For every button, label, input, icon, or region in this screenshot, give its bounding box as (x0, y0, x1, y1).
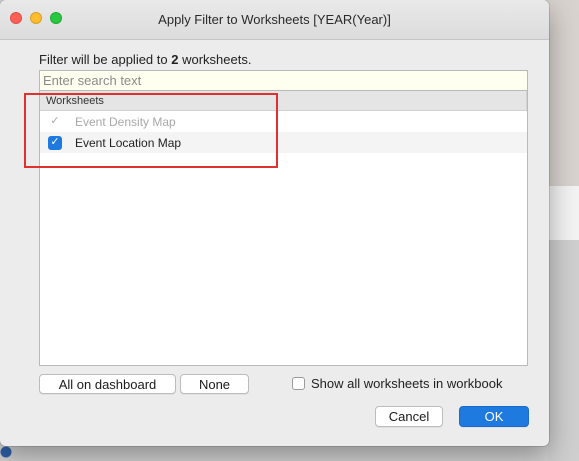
worksheet-label: Event Location Map (75, 135, 182, 150)
worksheet-label: Event Density Map (75, 114, 176, 129)
filter-info-text: Filter will be applied to 2 worksheets. (39, 52, 251, 67)
column-separator (526, 91, 527, 110)
search-input[interactable] (43, 73, 527, 88)
cancel-button[interactable]: Cancel (375, 406, 443, 427)
worksheet-row-event-density-map: ✓ Event Density Map (40, 111, 527, 132)
filter-info-prefix: Filter will be applied to (39, 52, 172, 67)
background-map-right (548, 240, 579, 461)
all-on-dashboard-button[interactable]: All on dashboard (39, 374, 176, 394)
none-button[interactable]: None (180, 374, 249, 394)
close-window-button[interactable] (10, 12, 22, 24)
check-icon[interactable]: ✓ (48, 135, 62, 150)
window-title: Apply Filter to Worksheets [YEAR(Year)] (158, 12, 391, 27)
worksheets-header: Worksheets (40, 91, 527, 111)
check-icon: ✓ (50, 115, 60, 127)
titlebar: Apply Filter to Worksheets [YEAR(Year)] (0, 0, 549, 40)
minimize-window-button[interactable] (30, 12, 42, 24)
window-controls (10, 12, 62, 24)
worksheets-list: Worksheets ✓ Event Density Map ✓ Event L… (39, 90, 528, 366)
search-field[interactable] (39, 70, 528, 90)
show-all-checkbox[interactable] (292, 377, 305, 390)
ok-button[interactable]: OK (459, 406, 529, 427)
dialog-content: Filter will be applied to 2 worksheets. … (0, 40, 549, 446)
apply-filter-dialog: Apply Filter to Worksheets [YEAR(Year)] … (0, 0, 549, 446)
filter-info-suffix: worksheets. (178, 52, 252, 67)
show-all-worksheets-toggle[interactable]: Show all worksheets in workbook (292, 376, 502, 391)
maximize-window-button[interactable] (50, 12, 62, 24)
worksheets-header-label: Worksheets (46, 94, 104, 107)
show-all-label: Show all worksheets in workbook (311, 376, 503, 391)
worksheet-row-event-location-map[interactable]: ✓ Event Location Map (40, 132, 527, 153)
